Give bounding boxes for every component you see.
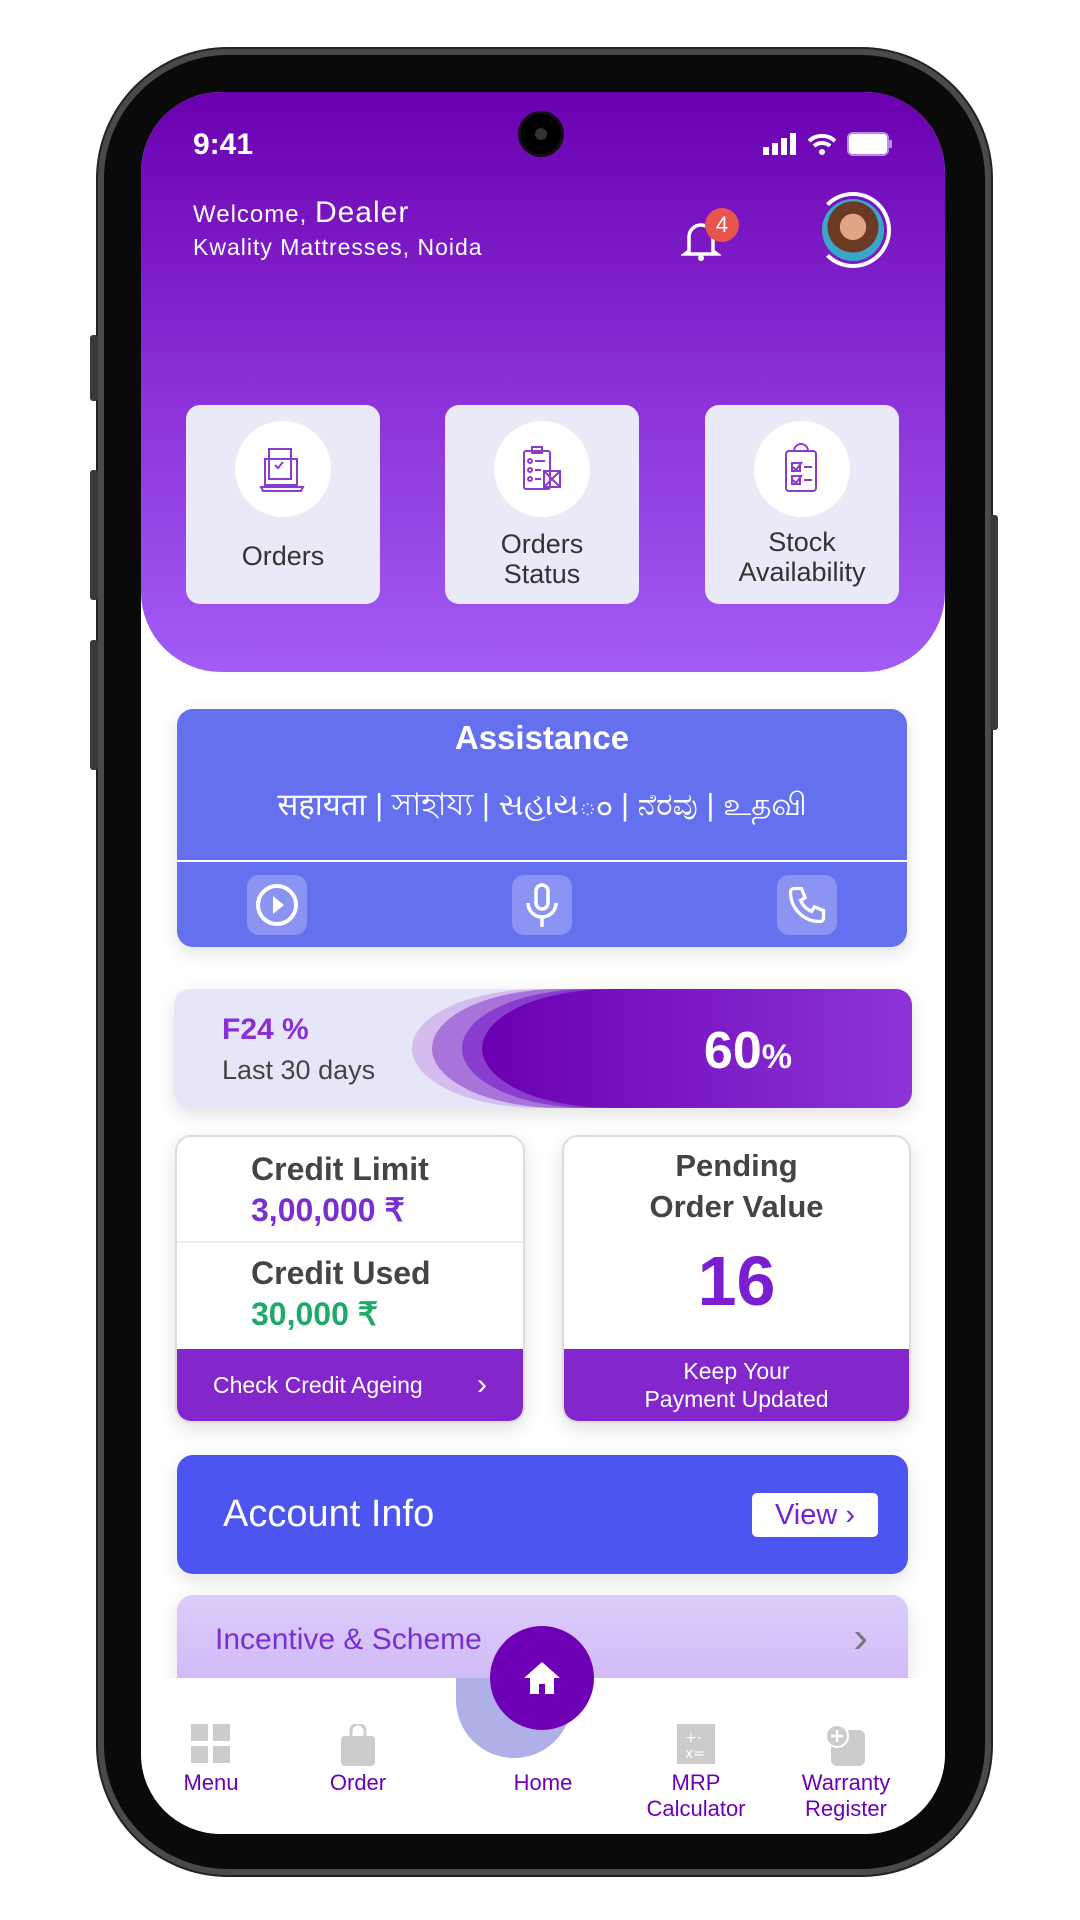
credit-card: Credit Limit 3,00,000 ₹ Credit Used 30,0… [175, 1135, 525, 1423]
f24-value: 60% [704, 1021, 792, 1081]
home-icon [524, 1662, 560, 1694]
tile-orders-status[interactable]: Orders Status [445, 405, 639, 604]
app-screen: 9:41 Welcome, Dealer Kwality Mattresses,… [141, 92, 945, 1834]
account-info-title: Account Info [223, 1493, 435, 1535]
phone-icon [788, 886, 826, 924]
power-button [990, 515, 998, 730]
check-credit-ageing-button[interactable]: Check Credit Ageing › [177, 1349, 523, 1421]
side-button [90, 335, 98, 401]
grid-icon [191, 1724, 230, 1763]
microphone-icon [526, 883, 558, 927]
clipboard-gift-icon [523, 446, 561, 490]
avatar[interactable] [815, 192, 891, 268]
tile-label: Orders Status [500, 529, 584, 589]
f24-title: F24 % [222, 1013, 309, 1046]
chevron-right-icon: › [477, 1368, 487, 1401]
payment-note-line: Payment Updated [644, 1386, 829, 1412]
header: 9:41 Welcome, Dealer Kwality Mattresses,… [141, 92, 945, 672]
incentive-title: Incentive & Scheme [215, 1623, 482, 1656]
laptop-order-icon [259, 448, 305, 492]
tile-label: Stock Availability [738, 527, 866, 587]
credit-used-label: Credit Used [251, 1255, 431, 1291]
nav-label: Warranty Register [801, 1770, 891, 1821]
nav-label: Home [513, 1770, 573, 1795]
tile-label: Orders [241, 541, 325, 571]
svg-text:x=: x= [685, 1746, 705, 1762]
check-credit-ageing-label: Check Credit Ageing [213, 1372, 423, 1398]
pending-value: 16 [697, 1242, 776, 1320]
user-name: Dealer [314, 196, 410, 229]
payment-note[interactable]: Keep Your Payment Updated [564, 1349, 909, 1421]
f24-wave-decoration [482, 989, 912, 1108]
avatar-image [822, 199, 884, 261]
assistance-card: Assistance सहायता | সাহায্য | સહાયం | ನೆ… [177, 709, 907, 947]
shopping-bag-icon [341, 1724, 375, 1766]
side-button [90, 640, 98, 770]
signal-icon [763, 133, 796, 155]
calculator-icon: +-x= [677, 1724, 715, 1764]
phone-button[interactable] [777, 875, 837, 935]
battery-icon [847, 132, 892, 156]
side-button [90, 470, 98, 600]
wifi-icon [807, 133, 837, 155]
view-label: View [774, 1499, 838, 1531]
account-info-card[interactable]: Account Info View › [177, 1455, 908, 1574]
nav-label: MRP Calculator [646, 1770, 746, 1821]
nav-label: Order [329, 1770, 387, 1795]
chevron-right-icon: › [853, 1613, 868, 1662]
credit-limit-label: Credit Limit [251, 1151, 429, 1187]
notification-badge: 4 [705, 208, 739, 242]
payment-note-line: Keep Your [683, 1358, 790, 1384]
nav-menu[interactable]: Menu [161, 1724, 261, 1796]
assistance-title: Assistance [454, 719, 630, 756]
f24-card[interactable]: F24 % Last 30 days 60% [174, 989, 912, 1108]
divider [177, 1241, 523, 1243]
assistance-languages: सहायता | সাহায্য | સહાયం | ನೆರವು | உதவி [277, 787, 807, 822]
credit-limit-value: 3,00,000 ₹ [251, 1192, 405, 1228]
nav-label: Menu [183, 1770, 239, 1795]
tile-orders[interactable]: Orders [186, 405, 380, 604]
f24-percent: 60 [703, 1022, 762, 1080]
f24-subtitle: Last 30 days [222, 1055, 376, 1085]
credit-used-value: 30,000 ₹ [251, 1296, 379, 1332]
camera [518, 111, 564, 157]
clipboard-check-icon [785, 443, 817, 492]
home-button[interactable] [490, 1626, 594, 1730]
shop-name: Kwality Mattresses, Noida [193, 234, 483, 260]
pending-label: Pending Order Value [649, 1148, 824, 1224]
welcome-label: Welcome, [193, 201, 308, 228]
microphone-button[interactable] [512, 875, 572, 935]
play-icon [256, 884, 298, 926]
nav-home[interactable]: Home [483, 1770, 603, 1796]
play-button[interactable] [247, 875, 307, 935]
status-icons [763, 132, 893, 156]
warranty-add-icon [825, 1724, 865, 1766]
nav-warranty-register[interactable]: Warranty Register [781, 1724, 911, 1822]
tile-stock-availability[interactable]: Stock Availability [705, 405, 899, 604]
nav-order[interactable]: Order [308, 1724, 408, 1796]
welcome-text: Welcome, Dealer [193, 196, 409, 230]
status-time: 9:41 [193, 128, 254, 161]
nav-mrp-calculator[interactable]: +- x= MRP Calculator [631, 1724, 761, 1822]
divider [177, 860, 907, 862]
pending-order-card: Pending Order Value 16 Keep Your Payment … [562, 1135, 911, 1423]
f24-unit: % [761, 1038, 792, 1076]
svg-text:+-: +- [685, 1730, 702, 1746]
view-button[interactable]: View › [752, 1493, 878, 1537]
